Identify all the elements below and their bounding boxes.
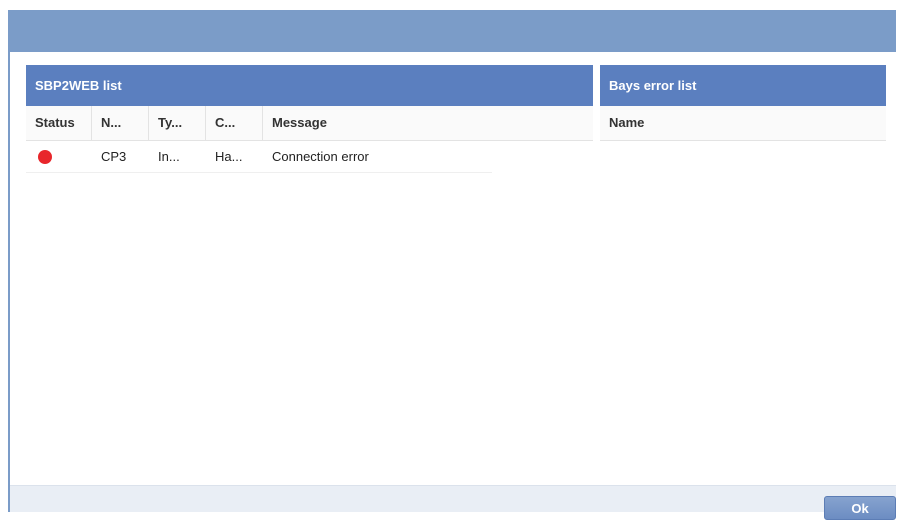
sbp2web-grid-header: Status N... Ty... C... Message <box>26 106 593 141</box>
sbp2web-status-dialog: SBP2WEB list Status N... Ty... C... Mess… <box>8 10 896 520</box>
type-cell: In... <box>158 149 180 164</box>
dialog-footer: Ok <box>10 485 896 520</box>
bays-error-panel-title: Bays error list <box>600 65 886 106</box>
column-header-status[interactable]: Status <box>26 106 92 140</box>
dialog-header[interactable] <box>10 10 896 52</box>
c-cell: Ha... <box>215 149 243 164</box>
name-cell: CP3 <box>101 149 127 164</box>
ok-button[interactable]: Ok <box>824 496 896 520</box>
error-status-icon <box>38 149 52 164</box>
column-header-message[interactable]: Message <box>263 106 593 140</box>
sbp2web-panel-title: SBP2WEB list <box>26 65 593 106</box>
bays-grid-header: Name <box>600 106 886 141</box>
column-header-name[interactable]: N... <box>92 106 149 140</box>
bays-error-panel: Bays error list Name <box>600 65 886 141</box>
status-cell <box>26 141 92 172</box>
table-row[interactable]: CP3 In... Ha... Connection error <box>26 141 492 173</box>
column-header-c[interactable]: C... <box>206 106 263 140</box>
column-header-bay-name[interactable]: Name <box>600 106 886 140</box>
message-cell: Connection error <box>272 149 369 164</box>
dialog-body: SBP2WEB list Status N... Ty... C... Mess… <box>10 52 896 486</box>
column-header-type[interactable]: Ty... <box>149 106 206 140</box>
sbp2web-panel: SBP2WEB list Status N... Ty... C... Mess… <box>26 65 593 173</box>
